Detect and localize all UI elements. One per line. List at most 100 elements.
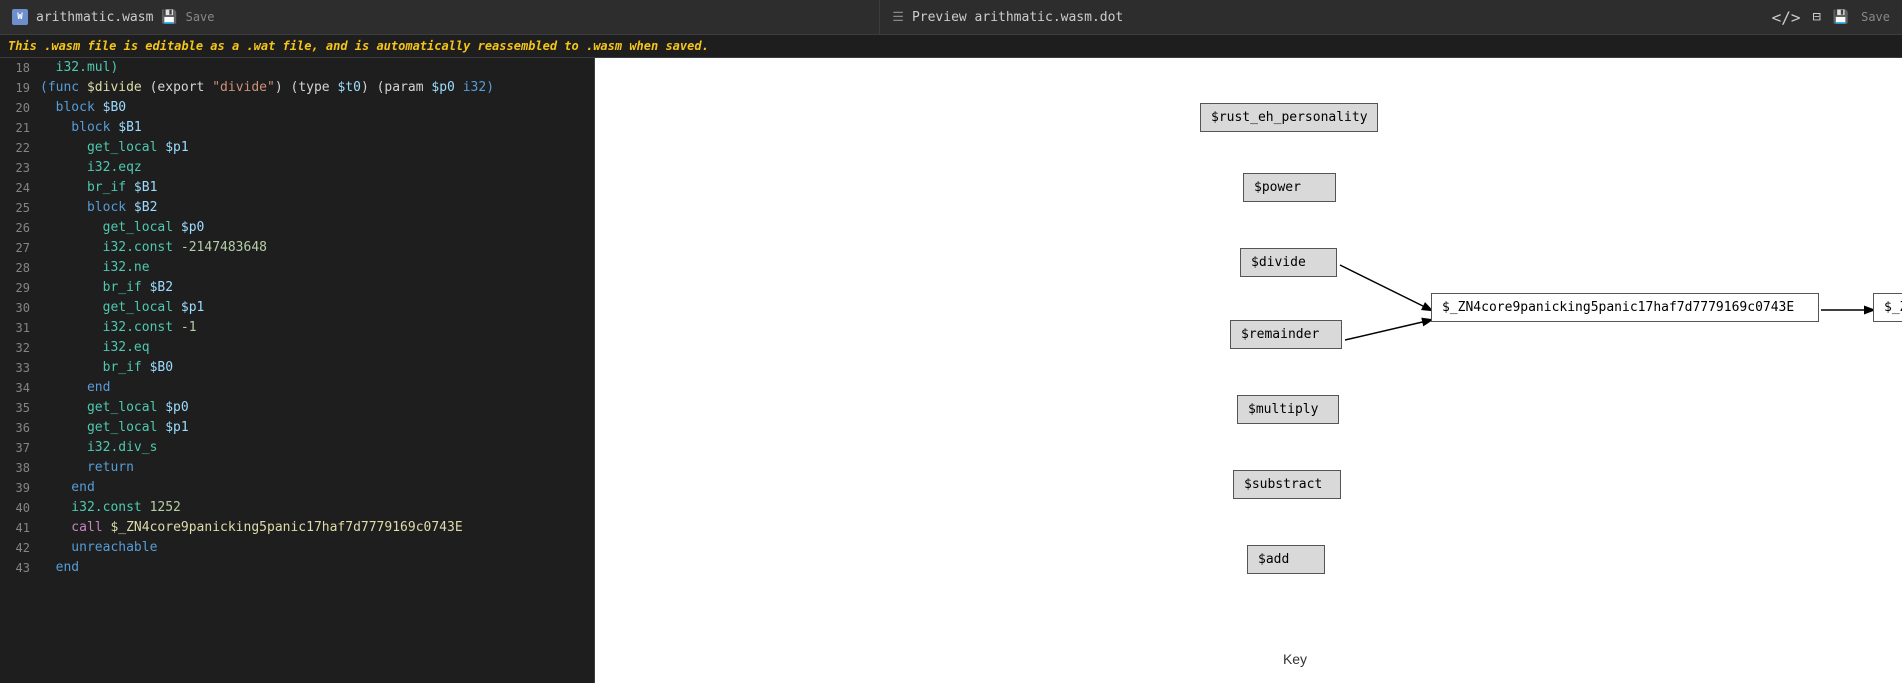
node-label: $multiply [1248,402,1318,417]
line-content: get_local $p1 [40,138,594,158]
table-row: 31 i32.const -1 [0,318,594,338]
line-number: 38 [0,458,40,478]
line-content: end [40,378,594,398]
line-content: get_local $p0 [40,398,594,418]
node-multiply[interactable]: $multiply [1237,395,1339,424]
preview-actions: </> ⊟ 💾 Save [1760,8,1902,27]
table-row: 18 i32.mul) [0,58,594,78]
table-row: 40 i32.const 1252 [0,498,594,518]
warning-bar: This .wasm file is editable as a .wat fi… [0,35,1902,58]
node-label: $substract [1244,477,1322,492]
node-power[interactable]: $power [1243,173,1336,202]
line-content: i32.const -2147483648 [40,238,594,258]
warning-text: This .wasm file is editable as a .wat fi… [8,39,709,53]
node-panic-fn[interactable]: $_ZN4core9panicking5panic17haf7d7779169c… [1431,293,1819,322]
editor-filename: arithmatic.wasm [36,10,153,25]
preview-panel[interactable]: $rust_eh_personality $power $divide $rem… [595,58,1902,683]
node-divide[interactable]: $divide [1240,248,1337,277]
line-number: 25 [0,198,40,218]
line-number: 37 [0,438,40,458]
line-content: return [40,458,594,478]
node-rust-eh[interactable]: $rust_eh_personality [1200,103,1378,132]
title-bar: W arithmatic.wasm 💾 Save ☰ Preview arith… [0,0,1902,35]
table-row: 22 get_local $p1 [0,138,594,158]
table-row: 27 i32.const -2147483648 [0,238,594,258]
line-content: br_if $B2 [40,278,594,298]
node-add[interactable]: $add [1247,545,1325,574]
node-label: $_ZN4core9panicking5panic17haf7d7779169c… [1442,300,1794,315]
table-row: 24 br_if $B1 [0,178,594,198]
preview-save-icon: 💾 [1833,10,1849,25]
node-label: $remainder [1241,327,1319,342]
line-number: 21 [0,118,40,138]
line-number: 29 [0,278,40,298]
node-label: $power [1254,180,1301,195]
table-row: 35 get_local $p0 [0,398,594,418]
line-number: 40 [0,498,40,518]
line-content: block $B0 [40,98,594,118]
split-view-icon[interactable]: ⊟ [1812,9,1820,25]
line-content: unreachable [40,538,594,558]
node-substract[interactable]: $substract [1233,470,1341,499]
preview-menu-icon: ☰ [892,10,904,25]
table-row: 29 br_if $B2 [0,278,594,298]
line-content: get_local $p0 [40,218,594,238]
line-content: end [40,558,594,578]
table-row: 34 end [0,378,594,398]
table-row: 32 i32.eq [0,338,594,358]
code-editor[interactable]: 18 i32.mul) 19 (func $divide (export "di… [0,58,595,683]
node-remainder[interactable]: $remainder [1230,320,1342,349]
node-label: $_ZN4core9panicking9panic_fmt17h2... [1884,300,1902,315]
table-row: 43 end [0,558,594,578]
line-content: i32.mul) [40,58,594,78]
line-number: 19 [0,78,40,98]
line-content: block $B2 [40,198,594,218]
table-row: 19 (func $divide (export "divide") (type… [0,78,594,98]
line-number: 18 [0,58,40,78]
wasm-icon: W [12,9,28,25]
preview-title-text: Preview arithmatic.wasm.dot [912,10,1123,25]
line-content: i32.ne [40,258,594,278]
line-content: i32.eq [40,338,594,358]
editor-save-button[interactable]: Save [186,10,215,24]
table-row: 41 call $_ZN4core9panicking5panic17haf7d… [0,518,594,538]
line-number: 22 [0,138,40,158]
table-row: 28 i32.ne [0,258,594,278]
line-content: br_if $B0 [40,358,594,378]
table-row: 39 end [0,478,594,498]
line-number: 41 [0,518,40,538]
line-number: 35 [0,398,40,418]
node-panic-fmt[interactable]: $_ZN4core9panicking9panic_fmt17h2... [1873,293,1902,322]
table-row: 37 i32.div_s [0,438,594,458]
table-row: 30 get_local $p1 [0,298,594,318]
node-label: $rust_eh_personality [1211,110,1368,125]
title-left: W arithmatic.wasm 💾 Save [0,9,879,25]
line-content: call $_ZN4core9panicking5panic17haf7d777… [40,518,594,538]
preview-save-button[interactable]: Save [1861,10,1890,24]
line-number: 34 [0,378,40,398]
line-number: 27 [0,238,40,258]
line-number: 26 [0,218,40,238]
line-content: i32.div_s [40,438,594,458]
line-content: i32.const 1252 [40,498,594,518]
table-row: 25 block $B2 [0,198,594,218]
node-label: $divide [1251,255,1306,270]
line-content: get_local $p1 [40,418,594,438]
main-content: 18 i32.mul) 19 (func $divide (export "di… [0,58,1902,683]
line-content: i32.const -1 [40,318,594,338]
table-row: 20 block $B0 [0,98,594,118]
save-icon: 💾 [161,10,177,25]
line-content: get_local $p1 [40,298,594,318]
line-number: 23 [0,158,40,178]
code-lines: 18 i32.mul) 19 (func $divide (export "di… [0,58,594,683]
line-number: 36 [0,418,40,438]
code-view-icon[interactable]: </> [1772,8,1801,27]
table-row: 21 block $B1 [0,118,594,138]
line-content: i32.eqz [40,158,594,178]
line-content: end [40,478,594,498]
line-number: 39 [0,478,40,498]
table-row: 36 get_local $p1 [0,418,594,438]
key-label: Key [1283,651,1307,667]
table-row: 23 i32.eqz [0,158,594,178]
line-number: 31 [0,318,40,338]
